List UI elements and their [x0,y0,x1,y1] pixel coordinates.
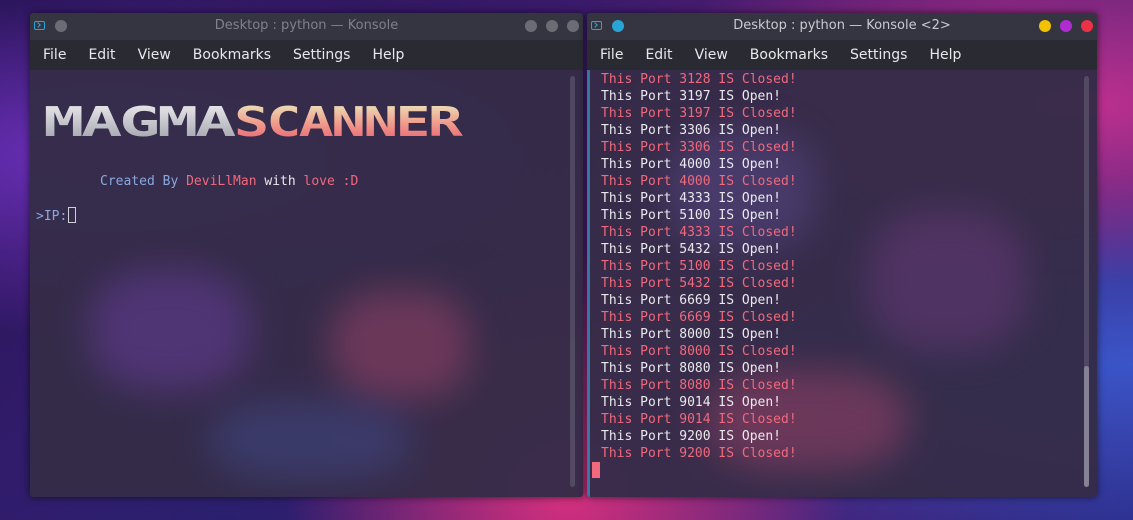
output-line: This Port 4333 IS Open! [601,191,782,206]
close-button[interactable] [567,20,579,32]
scrollbar[interactable] [570,76,575,487]
menu-view[interactable]: View [684,47,739,63]
titlebar[interactable]: Desktop : python — Konsole [30,13,583,40]
banner-logo: MAGMA SCANNER [43,104,465,144]
menu-bookmarks[interactable]: Bookmarks [739,47,839,63]
menu-file[interactable]: File [32,47,77,63]
output-line: This Port 4333 IS Closed! [601,225,797,240]
credit-love: love :D [303,174,359,189]
prompt-label: >IP: [36,209,68,224]
text-cursor [68,207,77,223]
maximize-button[interactable] [546,20,558,32]
menu-edit[interactable]: Edit [634,47,683,63]
output-line: This Port 3197 IS Open! [601,89,782,104]
credit-line: Created By DeviLlMan with love :D [100,174,358,189]
menubar: File Edit View Bookmarks Settings Help [587,40,1097,70]
minimize-button[interactable] [525,20,537,32]
output-line: This Port 3128 IS Closed! [601,72,797,87]
output-line: This Port 9014 IS Open! [601,395,782,410]
menu-bookmarks[interactable]: Bookmarks [182,47,282,63]
menubar: File Edit View Bookmarks Settings Help [30,40,583,70]
output-line: This Port 6669 IS Closed! [601,310,797,325]
output-line: This Port 8000 IS Closed! [601,344,797,359]
scrollbar-thumb[interactable] [1084,366,1089,487]
output-line: This Port 3306 IS Closed! [601,140,797,155]
output-line: This Port 3306 IS Open! [601,123,782,138]
background-blur [867,210,1027,350]
menu-settings[interactable]: Settings [282,47,361,63]
titlebar[interactable]: Desktop : python — Konsole <2> [587,13,1097,40]
minimize-button[interactable] [1039,20,1051,32]
close-button[interactable] [1081,20,1093,32]
output-line: This Port 9200 IS Open! [601,429,782,444]
background-blur [210,400,410,480]
output-line: This Port 5432 IS Closed! [601,276,797,291]
ip-prompt[interactable]: >IP: [36,207,77,224]
credit-with: with [256,174,304,189]
background-blur [90,270,250,390]
output-lines: This Port 3128 IS Closed! This Port 3197… [601,71,797,462]
menu-edit[interactable]: Edit [77,47,126,63]
credit-author: DeviLlMan [186,174,257,189]
active-pane-indicator [587,70,590,497]
terminal-area[interactable]: This Port 3128 IS Closed! This Port 3197… [587,70,1097,497]
konsole-window-left[interactable]: Desktop : python — Konsole File Edit Vie… [30,13,583,497]
konsole-window-right[interactable]: Desktop : python — Konsole <2> File Edit… [587,13,1097,497]
banner-left-text: MAGMA [43,104,237,144]
terminal-cursor [592,462,600,478]
desktop: { "colors": { "open_text": "#e9e9ec", "c… [0,0,1133,520]
output-line: This Port 4000 IS Open! [601,157,782,172]
banner-right-text: SCANNER [234,104,463,144]
output-line: This Port 9200 IS Closed! [601,446,797,461]
output-line: This Port 4000 IS Closed! [601,174,797,189]
menu-view[interactable]: View [127,47,182,63]
output-line: This Port 8080 IS Closed! [601,378,797,393]
output-line: This Port 6669 IS Open! [601,293,782,308]
menu-file[interactable]: File [589,47,634,63]
maximize-button[interactable] [1060,20,1072,32]
menu-help[interactable]: Help [918,47,972,63]
output-line: This Port 8080 IS Open! [601,361,782,376]
scrollbar[interactable] [1084,76,1089,487]
output-line: This Port 3197 IS Closed! [601,106,797,121]
background-blur [330,290,470,400]
credit-created-by: Created By [100,174,187,189]
window-title: Desktop : python — Konsole <2> [733,18,951,33]
window-title: Desktop : python — Konsole [214,18,399,33]
menu-settings[interactable]: Settings [839,47,918,63]
output-line: This Port 5100 IS Open! [601,208,782,223]
output-line: This Port 5100 IS Closed! [601,259,797,274]
terminal-area[interactable]: MAGMA SCANNER Created By DeviLlMan with … [30,70,583,497]
menu-help[interactable]: Help [361,47,415,63]
output-line: This Port 9014 IS Closed! [601,412,797,427]
output-line: This Port 5432 IS Open! [601,242,782,257]
output-line: This Port 8000 IS Open! [601,327,782,342]
